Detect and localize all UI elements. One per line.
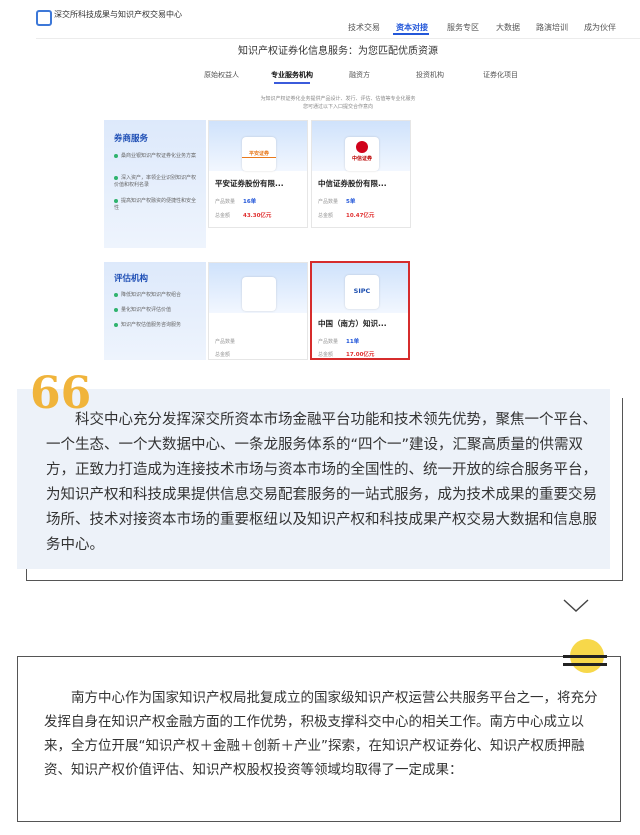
quote-frame-line [26, 580, 623, 581]
section-card-brokers: 券商服务 桑商业银知识产权证券化业务方案 深入资产，率领企业识别知识产权价值和权… [104, 120, 206, 248]
firm-card-blank[interactable]: 产品数量 总金额 [208, 262, 308, 360]
section-bullet: 降低知识产权知识产权组合 [114, 292, 200, 299]
tab-service-agency[interactable]: 专业服务机构 [271, 70, 313, 80]
bullet-dot-icon [114, 153, 118, 158]
total-amount: 17.00亿元 [346, 352, 375, 358]
stat-label: 产品数量 [318, 339, 339, 345]
nav-active-indicator [393, 33, 429, 35]
tab-securitization-projects[interactable]: 证券化项目 [483, 70, 518, 80]
stat-label: 总金额 [215, 352, 231, 358]
firm-name: 平安证券股份有限... [215, 179, 284, 188]
site-logo-icon [36, 10, 52, 26]
firm-name: 中国（南方）知识... [318, 319, 387, 328]
embedded-screenshot: 深交所科技成果与知识产权交易中心 技术交易 资本对接 服务专区 大数据 路演培训… [36, 0, 640, 360]
site-title[interactable]: 深交所科技成果与知识产权交易中心 [54, 9, 182, 20]
stat-label: 总金额 [215, 213, 231, 219]
quote-frame-line [622, 398, 623, 581]
nav-item-partner[interactable]: 成为伙伴 [584, 22, 616, 33]
intro-line: 为知识产权证券化业务提供产品设计、发行、评估、估值等专业化服务 [260, 96, 416, 102]
section-bullet: 知识产权估值服务咨询服务 [114, 322, 200, 329]
firm-name: 中信证券股份有限... [318, 179, 387, 188]
bullet-dot-icon [114, 322, 118, 327]
section-bullet: 桑商业银知识产权证券化业务方案 [114, 153, 200, 160]
sipc-logo-icon: SIPC [345, 275, 379, 309]
firm-card-pingan[interactable]: 平安证券 平安证券股份有限... 产品数量 16单 总金额 43.30亿元 [208, 120, 308, 228]
section-card-appraisal: 评估机构 降低知识产权知识产权组合 量化知识产权评估价值 知识产权估值服务咨询服… [104, 262, 206, 360]
product-count: 5单 [346, 199, 356, 205]
section-bullet: 深入资产，率领企业识别知识产权价值和权利名录 [114, 175, 197, 188]
nav-item-services[interactable]: 服务专区 [447, 22, 479, 33]
firm-card-sipc-highlighted[interactable]: SIPC 中国（南方）知识... 产品数量 11单 总金额 17.00亿元 [310, 261, 410, 360]
bullet-dot-icon [114, 292, 118, 297]
product-count: 16单 [243, 199, 257, 205]
stat-label: 总金额 [318, 352, 334, 358]
tab-financing[interactable]: 融资方 [349, 70, 370, 80]
quote-text: 科交中心充分发挥深交所资本市场金融平台功能和技术领先优势，聚焦一个平台、一个生态… [46, 412, 597, 553]
body-paragraph: 南方中心作为国家知识产权局批复成立的国家级知识产权运营公共服务平台之一，将充分发… [44, 690, 598, 778]
decorative-bar [563, 663, 607, 666]
chevron-down-icon [563, 599, 589, 612]
stat-label: 产品数量 [215, 339, 236, 345]
pingan-logo-icon: 平安证券 [242, 137, 276, 171]
section-title: 券商服务 [114, 134, 149, 144]
nav-item-roadshow[interactable]: 路演培训 [536, 22, 568, 33]
product-count: 11单 [346, 339, 360, 345]
tab-investors[interactable]: 投资机构 [416, 70, 444, 80]
nav-item-tech-trade[interactable]: 技术交易 [348, 22, 380, 33]
nav-item-bigdata[interactable]: 大数据 [496, 22, 520, 33]
intro-line: 您可通过以下入口提交合作意向 [302, 104, 373, 110]
section-bullet: 量化知识产权评估价值 [114, 307, 200, 314]
section-bullet: 提高知识产权融资的便捷性和安全性 [114, 198, 197, 211]
nav-item-capital[interactable]: 资本对接 [396, 22, 428, 33]
decorative-bar [563, 655, 607, 658]
firm-logo-icon [242, 277, 276, 311]
stat-label: 产品数量 [318, 199, 339, 205]
stat-label: 产品数量 [215, 199, 236, 205]
section-title: 评估机构 [114, 274, 149, 284]
total-amount: 43.30亿元 [243, 213, 272, 219]
bullet-dot-icon [114, 175, 118, 180]
firm-card-citic[interactable]: 中信证券 中信证券股份有限... 产品数量 5单 总金额 10.47亿元 [311, 120, 411, 228]
bullet-dot-icon [114, 198, 118, 203]
divider [36, 38, 640, 39]
tab-active-indicator [274, 82, 310, 84]
page-headline: 知识产权证券化信息服务：为您匹配优质资源 [238, 46, 438, 57]
bullet-dot-icon [114, 307, 118, 312]
total-amount: 10.47亿元 [346, 213, 375, 219]
tab-original-holder[interactable]: 原始权益人 [204, 70, 239, 80]
intro-text: 为知识产权证券化业务提供产品设计、发行、评估、估值等专业化服务 您可通过以下入口… [36, 95, 640, 111]
stat-label: 总金额 [318, 213, 334, 219]
citic-logo-icon: 中信证券 [345, 137, 379, 171]
